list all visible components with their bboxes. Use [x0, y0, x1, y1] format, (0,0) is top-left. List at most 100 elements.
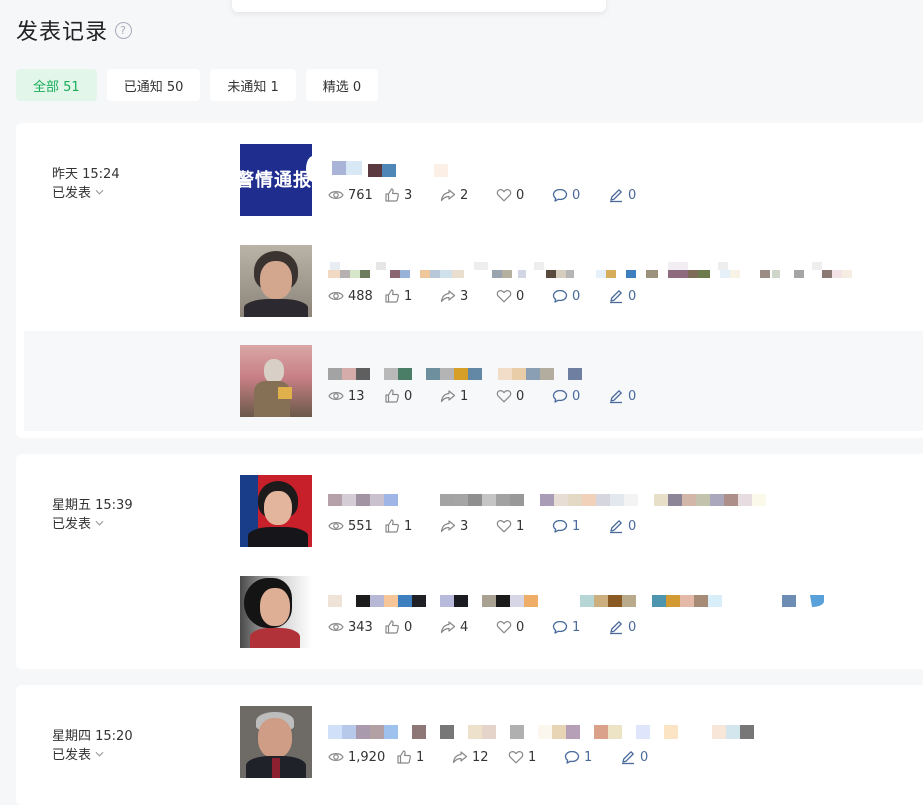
post-stats: 761 3 2 0 0 0 — [328, 187, 664, 203]
post-thumbnail[interactable] — [240, 576, 312, 648]
post-thumbnail[interactable]: 警情通报 — [240, 144, 312, 216]
thumbnail-caption: 警情通报 — [240, 170, 312, 191]
tab-all[interactable]: 全部 51 — [16, 69, 97, 101]
publish-status-dropdown[interactable]: 已发表 — [52, 182, 104, 201]
chevron-down-icon — [95, 520, 104, 526]
favorites-count: 1 — [528, 749, 537, 765]
favorites-count: 0 — [516, 388, 525, 404]
views-stat: 343 — [328, 619, 384, 635]
shares-stat[interactable]: 3 — [440, 518, 496, 534]
views-stat: 1,920 — [328, 749, 396, 765]
question-circle-icon[interactable]: ? — [115, 21, 133, 39]
publish-status-dropdown[interactable]: 已发表 — [52, 513, 104, 532]
eye-icon — [328, 187, 344, 203]
views-stat: 551 — [328, 518, 384, 534]
thumbs-up-icon — [384, 518, 400, 534]
favorites-stat[interactable]: 1 — [508, 749, 564, 765]
likes-stat[interactable]: 1 — [396, 749, 452, 765]
thumbs-up-icon — [396, 749, 412, 765]
publish-status-label: 已发表 — [52, 748, 92, 763]
post-thumbnail[interactable] — [240, 345, 312, 417]
tab-notified[interactable]: 已通知 50 — [106, 69, 201, 101]
heart-icon — [496, 388, 512, 404]
share-icon — [440, 288, 456, 304]
edits-stat[interactable]: 0 — [608, 619, 664, 635]
post-title-blurred[interactable] — [328, 161, 888, 177]
likes-stat[interactable]: 0 — [384, 619, 440, 635]
post-stats: 1,920 1 12 1 1 0 — [328, 749, 676, 765]
post-title-blurred[interactable] — [328, 366, 888, 382]
heart-icon — [496, 187, 512, 203]
comment-icon — [552, 518, 568, 534]
post-thumbnail[interactable] — [240, 475, 312, 547]
publish-status-dropdown[interactable]: 已发表 — [52, 744, 104, 763]
likes-stat[interactable]: 3 — [384, 187, 440, 203]
views-stat: 761 — [328, 187, 384, 203]
post-thumbnail[interactable] — [240, 245, 312, 317]
tab-not-notified[interactable]: 未通知 1 — [210, 69, 296, 101]
comments-stat[interactable]: 1 — [564, 749, 620, 765]
post-row[interactable]: 警情通报 761 3 2 0 0 0 — [240, 144, 923, 216]
comments-stat[interactable]: 0 — [552, 288, 608, 304]
thumbs-up-icon — [384, 187, 400, 203]
shares-stat[interactable]: 12 — [452, 749, 508, 765]
post-stats: 343 0 4 0 1 0 — [328, 619, 664, 635]
shares-stat[interactable]: 3 — [440, 288, 496, 304]
favorites-stat[interactable]: 1 — [496, 518, 552, 534]
edits-stat[interactable]: 0 — [608, 187, 664, 203]
comments-stat[interactable]: 0 — [552, 187, 608, 203]
eye-icon — [328, 288, 344, 304]
share-icon — [452, 749, 468, 765]
views-count: 551 — [348, 518, 373, 534]
comments-count: 0 — [572, 388, 581, 404]
post-title-blurred[interactable] — [328, 492, 888, 508]
edits-stat[interactable]: 0 — [608, 518, 664, 534]
edits-count: 0 — [628, 619, 637, 635]
comments-count: 0 — [572, 288, 581, 304]
likes-stat[interactable]: 1 — [384, 288, 440, 304]
post-title-blurred[interactable] — [328, 723, 888, 739]
shares-count: 4 — [460, 619, 469, 635]
likes-count: 0 — [404, 388, 413, 404]
eye-icon — [328, 388, 344, 404]
post-row[interactable]: 551 1 3 1 1 0 — [240, 475, 923, 547]
pen-icon — [608, 619, 624, 635]
post-row-hovered[interactable]: 13 0 1 0 0 0 — [24, 331, 923, 431]
post-title-blurred[interactable] — [328, 593, 888, 609]
post-row[interactable]: 488 1 3 0 0 0 — [240, 245, 923, 317]
shares-stat[interactable]: 2 — [440, 187, 496, 203]
comments-count: 1 — [584, 749, 593, 765]
favorites-stat[interactable]: 0 — [496, 619, 552, 635]
thumbnail-face — [258, 718, 292, 758]
favorites-stat[interactable]: 0 — [496, 388, 552, 404]
thumbnail-shoulders — [248, 527, 308, 547]
post-thumbnail[interactable] — [240, 706, 312, 778]
comments-stat[interactable]: 1 — [552, 619, 608, 635]
comments-stat[interactable]: 0 — [552, 388, 608, 404]
thumbs-up-icon — [384, 619, 400, 635]
favorites-stat[interactable]: 0 — [496, 187, 552, 203]
post-row[interactable]: 1,920 1 12 1 1 0 — [240, 706, 923, 778]
comments-stat[interactable]: 1 — [552, 518, 608, 534]
likes-stat[interactable]: 0 — [384, 388, 440, 404]
publish-date: 昨天 15:24 — [52, 167, 120, 182]
thumbnail-face — [264, 359, 284, 383]
shares-stat[interactable]: 1 — [440, 388, 496, 404]
edits-stat[interactable]: 0 — [608, 388, 664, 404]
tab-featured[interactable]: 精选 0 — [305, 69, 379, 101]
likes-count: 1 — [416, 749, 425, 765]
post-stats: 488 1 3 0 0 0 — [328, 288, 664, 304]
thumbs-up-icon — [384, 288, 400, 304]
shares-stat[interactable]: 4 — [440, 619, 496, 635]
likes-count: 0 — [404, 619, 413, 635]
post-stats: 551 1 3 1 1 0 — [328, 518, 664, 534]
edits-stat[interactable]: 0 — [608, 288, 664, 304]
post-title-blurred[interactable] — [328, 262, 888, 278]
favorites-count: 0 — [516, 187, 525, 203]
edits-stat[interactable]: 0 — [620, 749, 676, 765]
post-row[interactable]: 343 0 4 0 1 0 — [240, 576, 923, 648]
comment-icon — [552, 619, 568, 635]
likes-stat[interactable]: 1 — [384, 518, 440, 534]
favorites-stat[interactable]: 0 — [496, 288, 552, 304]
post-stats: 13 0 1 0 0 0 — [328, 388, 664, 404]
